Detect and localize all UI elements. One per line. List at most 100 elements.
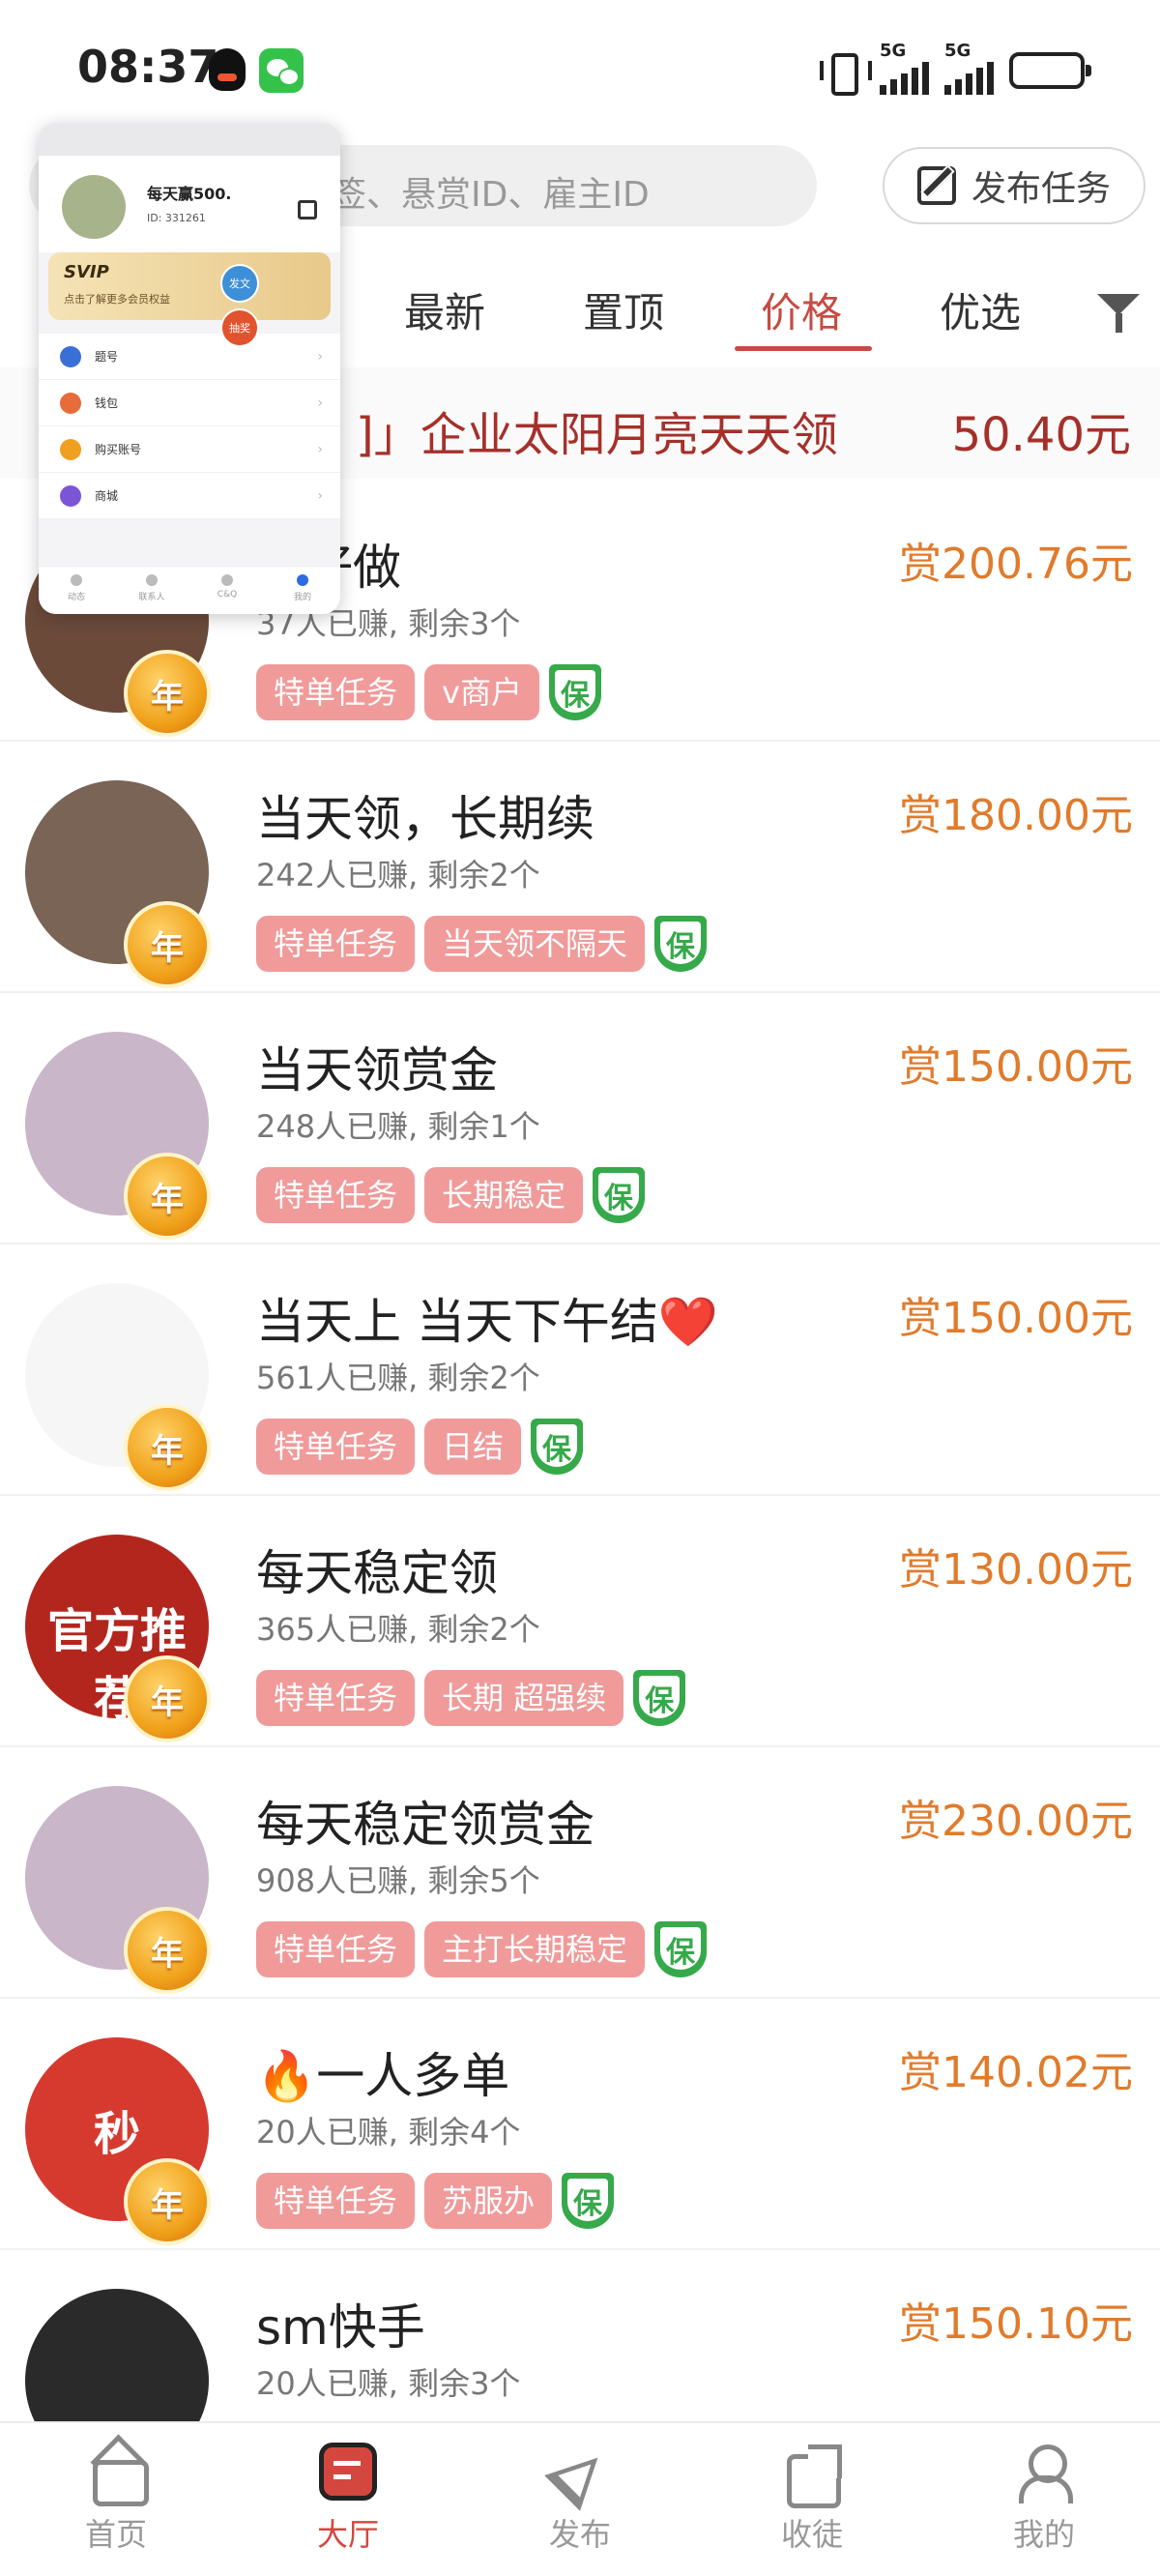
- share-icon: [783, 2443, 842, 2508]
- network-type-label: 5G: [880, 41, 907, 61]
- tab-newest[interactable]: 最新: [404, 280, 485, 339]
- task-title: 当天领赏金: [256, 1042, 498, 1098]
- menu-item[interactable]: 钱包 ›: [39, 380, 340, 426]
- task-tag: 特单任务: [256, 916, 416, 972]
- guarantee-label: 保: [645, 1684, 675, 1718]
- post-bubble[interactable]: 发文: [220, 264, 259, 303]
- tab-preferred[interactable]: 优选: [940, 280, 1021, 339]
- nav-recruit-label: 收徒: [780, 2516, 843, 2553]
- task-title: 每天稳定领: [256, 1545, 498, 1601]
- year-badge-label: 年: [151, 1683, 184, 1722]
- ov-nav-item[interactable]: 联系人: [114, 567, 189, 614]
- task-stats: 20人已赚, 剩余4个: [256, 2114, 521, 2151]
- floating-window[interactable]: 每天赢500. ID: 331261 SVIP 点击了解更多会员权益 发文 抽奖…: [39, 123, 340, 614]
- menu-item-label: 购买账号: [95, 443, 142, 456]
- task-row[interactable]: 官方推荐年每天稳定领 365人已赚, 剩余2个 赏130.00元 特单任务 长期 超强续…: [0, 1496, 1160, 1747]
- user-icon: [1015, 2443, 1073, 2503]
- contacts-icon: [146, 574, 158, 586]
- task-tags: 特单任务 长期稳定保: [256, 1167, 646, 1223]
- task-tag: 日结: [424, 1419, 522, 1475]
- task-tag: 特单任务: [256, 1921, 416, 1977]
- edit-icon: [916, 166, 956, 205]
- floating-window-nav: 动态 联系人 C&Q 我的: [39, 566, 340, 614]
- nav-hall[interactable]: 大厅: [271, 2443, 425, 2555]
- task-tag: v商户: [424, 664, 539, 720]
- nav-hall-label: 大厅: [316, 2516, 379, 2553]
- task-row[interactable]: 秒年 🔥一人多单 20人已赚, 剩余4个 赏140.02元 特单任务 苏服办保: [0, 1999, 1160, 2250]
- ov-nav-item[interactable]: C&Q: [189, 567, 265, 614]
- ov-nav-item[interactable]: 我的: [265, 567, 340, 614]
- qq-icon: [209, 48, 246, 91]
- menu-item[interactable]: 题号 ›: [39, 334, 340, 380]
- menu-item[interactable]: 商城 ›: [39, 473, 340, 519]
- year-member-badge-icon: 年: [124, 1907, 211, 1994]
- task-stats: 242人已赚, 剩余2个: [256, 857, 540, 893]
- guarantee-label: 保: [604, 1182, 634, 1215]
- publish-task-button[interactable]: 发布任务: [883, 147, 1146, 224]
- task-reward: 赏150.10元: [899, 2299, 1133, 2349]
- task-tag: 长期 超强续: [424, 1670, 624, 1726]
- account-icon: [60, 438, 81, 460]
- task-reward: 赏140.02元: [899, 2048, 1133, 2097]
- task-tags: 特单任务 主打长期稳定保: [256, 1921, 708, 1977]
- year-badge-label: 年: [151, 2185, 184, 2225]
- send-icon: [551, 2443, 609, 2501]
- guarantee-shield-icon: 保: [593, 1167, 646, 1223]
- task-stats: 365人已赚, 剩余2个: [256, 1611, 540, 1648]
- task-title: 当天领，长期续: [256, 791, 594, 847]
- nav-home-label: 首页: [84, 2516, 147, 2553]
- task-tag: 特单任务: [256, 2173, 416, 2229]
- guarantee-shield-icon: 保: [654, 1921, 708, 1977]
- avatar-text: 秒: [93, 2107, 140, 2161]
- task-title: 当天上 当天下午结❤️: [256, 1294, 719, 1350]
- task-row[interactable]: 年 每天稳定领赏金 908人已赚, 剩余5个 赏230.00元 特单任务 主打长期稳定保: [0, 1747, 1160, 1999]
- task-tag: 当天领不隔天: [424, 916, 646, 972]
- task-row[interactable]: 年 当天上 当天下午结❤️ 561人已赚, 剩余2个 赏150.00元 特单任务 日结保: [0, 1244, 1160, 1496]
- year-member-badge-icon: 年: [124, 1153, 211, 1240]
- filter-icon[interactable]: [1097, 294, 1142, 333]
- guarantee-shield-icon: 保: [633, 1670, 686, 1726]
- avatar: [62, 175, 126, 239]
- nav-mine[interactable]: 我的: [967, 2443, 1121, 2555]
- task-tag: 特单任务: [256, 664, 416, 720]
- ov-nav-item[interactable]: 动态: [39, 567, 114, 614]
- qr-code-icon[interactable]: [298, 200, 317, 220]
- floating-window-bar[interactable]: [39, 123, 340, 156]
- task-reward: 赏230.00元: [899, 1797, 1133, 1846]
- status-indicators: 5G 5G: [820, 41, 1091, 96]
- year-member-badge-icon: 年: [124, 1655, 211, 1742]
- task-tags: 特单任务 长期 超强续保: [256, 1670, 686, 1726]
- nav-publish[interactable]: 发布: [503, 2443, 657, 2555]
- nav-home[interactable]: 首页: [39, 2443, 193, 2555]
- menu-item[interactable]: 购买账号 ›: [39, 426, 340, 473]
- settings-icon: [221, 574, 233, 586]
- task-reward: 赏200.76元: [899, 540, 1133, 589]
- tab-pinned[interactable]: 置顶: [583, 280, 664, 339]
- year-member-badge-icon: 年: [124, 650, 211, 737]
- menu-item-label: 钱包: [95, 396, 119, 410]
- chevron-right-icon: ›: [317, 487, 323, 504]
- task-tags: 特单任务 苏服办保: [256, 2173, 615, 2229]
- publish-task-label: 发布任务: [971, 169, 1111, 209]
- task-row[interactable]: 年 当天领赏金 248人已赚, 剩余1个 赏150.00元 特单任务 长期稳定保: [0, 993, 1160, 1244]
- guarantee-label: 保: [666, 1936, 696, 1970]
- guarantee-label: 保: [666, 930, 696, 964]
- bottom-nav: 首页 大厅 发布 收徒 我的: [0, 2421, 1160, 2576]
- nav-recruit[interactable]: 收徒: [735, 2443, 889, 2555]
- svip-card[interactable]: SVIP 点击了解更多会员权益 发文 抽奖: [48, 252, 331, 347]
- guarantee-shield-icon: 保: [531, 1419, 584, 1475]
- vibrate-icon: [820, 51, 872, 96]
- task-tag: 特单任务: [256, 1670, 416, 1726]
- task-row[interactable]: 年 当天领，长期续 242人已赚, 剩余2个 赏180.00元 特单任务 当天领不隔天保: [0, 742, 1160, 993]
- profile-card[interactable]: 每天赢500. ID: 331261: [39, 156, 340, 252]
- hall-icon: [319, 2443, 377, 2501]
- task-reward: 赏130.00元: [899, 1545, 1133, 1595]
- ov-nav-label: 我的: [293, 593, 311, 602]
- task-title: 每天稳定领赏金: [256, 1797, 594, 1853]
- task-reward: 赏180.00元: [899, 791, 1133, 840]
- shop-icon: [60, 484, 81, 507]
- diamond-icon: [60, 345, 81, 367]
- tab-price[interactable]: 价格: [761, 280, 842, 339]
- ov-nav-label: 联系人: [138, 593, 165, 602]
- nav-mine-label: 我的: [1012, 2516, 1075, 2553]
